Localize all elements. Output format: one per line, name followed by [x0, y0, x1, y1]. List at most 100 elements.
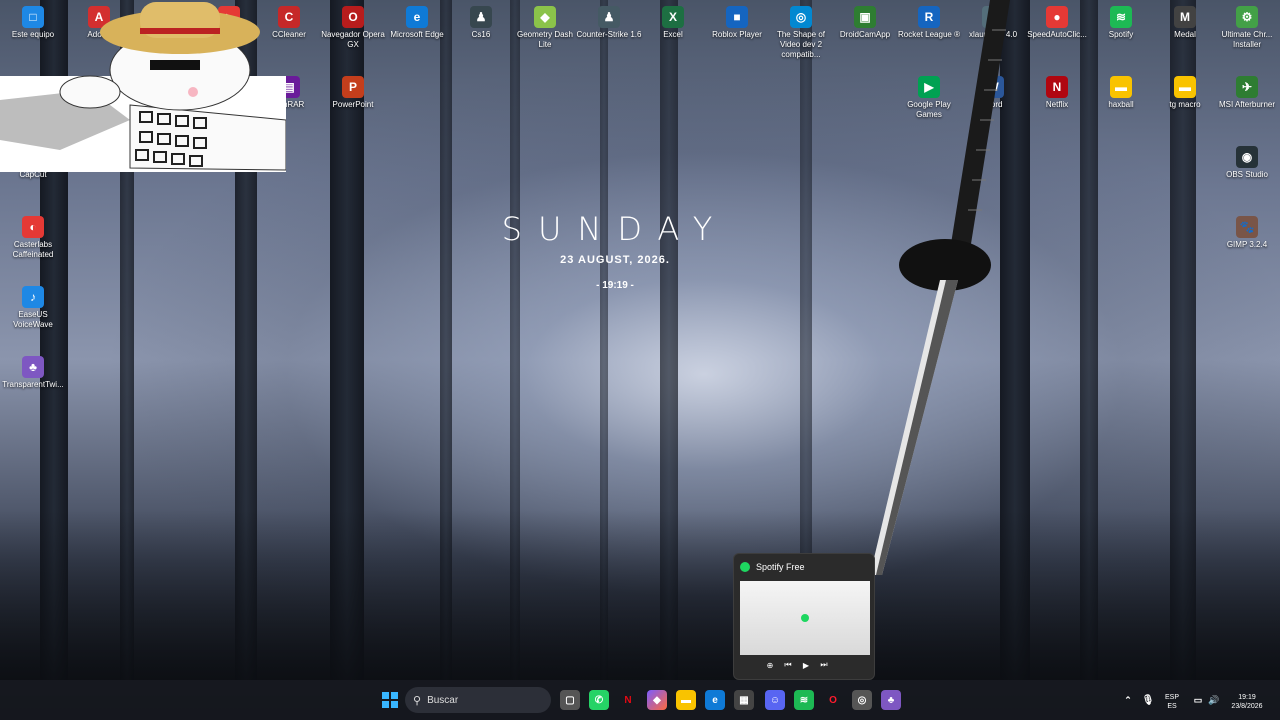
- desktop-icon-label: Medal: [1174, 30, 1196, 39]
- desktop-icon-label: EaseUS VoiceWave: [13, 310, 53, 329]
- desktop-icon[interactable]: ◐ Casterlabs Caffeinated: [0, 212, 66, 282]
- desktop-icon-label: Navegador Opera GX: [321, 30, 385, 49]
- desktop-icon[interactable]: ♪ EaseUS VoiceWave: [0, 282, 66, 352]
- desktop-icon[interactable]: M Medal: [1152, 2, 1218, 72]
- copilot-icon[interactable]: ◆: [647, 690, 667, 710]
- desktop-icon[interactable]: ◎ The Shape of Video dev 2 compatib...: [768, 2, 834, 72]
- widget-time: - 19:19 -: [596, 280, 634, 291]
- netflix-icon[interactable]: N: [618, 690, 638, 710]
- discord-icon[interactable]: ☺: [765, 690, 785, 710]
- desktop-icon-label: Roblox Player: [712, 30, 762, 39]
- next-icon[interactable]: ⏭: [818, 659, 830, 671]
- app-icon: e: [406, 6, 428, 28]
- previous-icon[interactable]: ⏮: [782, 659, 794, 671]
- media-controls: ⊕ ⏮ ▶ ⏭: [764, 659, 830, 671]
- desktop-icon-label: The Shape of Video dev 2 compatib...: [776, 30, 826, 59]
- chevron-up-icon[interactable]: ⌃: [1118, 690, 1138, 710]
- chrome-icon[interactable]: ◎: [852, 690, 872, 710]
- app-icon: ♣: [22, 356, 44, 378]
- app-icon: X: [662, 6, 684, 28]
- app-icon: ◆: [534, 6, 556, 28]
- preview-header: Spotify Free: [734, 554, 874, 580]
- play-icon[interactable]: ▶: [800, 659, 812, 671]
- desktop-icon[interactable]: O Navegador Opera GX: [320, 2, 386, 72]
- desktop-icon-label: tg macro: [1169, 100, 1201, 109]
- lang-top: ESP: [1164, 694, 1179, 701]
- desktop-icon-label: Cs16: [471, 30, 491, 39]
- app-icon: ♪: [22, 286, 44, 308]
- twitch-icon[interactable]: ♣: [881, 690, 901, 710]
- desktop-icon[interactable]: ● SpeedAutoClic...: [1024, 2, 1090, 72]
- task-view-icon[interactable]: ▢: [560, 690, 580, 710]
- desktop-icon[interactable]: 🐾 GIMP 3.2.4: [1214, 212, 1280, 282]
- whatsapp-icon[interactable]: ✆: [589, 690, 609, 710]
- app-icon: O: [342, 6, 364, 28]
- search-placeholder: Buscar: [427, 694, 459, 706]
- widget-day: SUNDAY: [501, 210, 729, 248]
- desktop-icon[interactable]: P PowerPoint: [320, 72, 386, 142]
- desktop-icon[interactable]: ⚙ Ultimate Chr... Installer: [1214, 2, 1280, 72]
- app-icon: P: [342, 76, 364, 98]
- microphone-icon[interactable]: 🎙: [1138, 690, 1158, 710]
- cat-sticker-image: [0, 0, 287, 172]
- desktop-icon-label: Netflix: [1045, 100, 1069, 109]
- app-icon: ≋: [1110, 6, 1132, 28]
- tray-date: 23/8/2026: [1231, 703, 1263, 710]
- spotify-icon: [740, 562, 750, 572]
- desktop-icon-label: MSI Afterburner: [1218, 100, 1276, 109]
- app-icon: ●: [1046, 6, 1068, 28]
- app-icon: ♟: [470, 6, 492, 28]
- desktop-icon[interactable]: N Netflix: [1024, 72, 1090, 142]
- desktop-icon[interactable]: ▬ haxball: [1088, 72, 1154, 142]
- app-icon: ◐: [22, 216, 44, 238]
- desktop-icon[interactable]: e Microsoft Edge: [384, 2, 450, 72]
- desktop-icon-label: Ultimate Chr... Installer: [1221, 30, 1273, 49]
- desktop-icon-label: Counter-Strike 1.6: [576, 30, 642, 39]
- preview-title: Spotify Free: [756, 562, 805, 572]
- desktop-icon[interactable]: ♣ TransparentTwi...: [0, 352, 66, 422]
- file-explorer-icon[interactable]: ▬: [676, 690, 696, 710]
- desktop-icon[interactable]: ♟ Counter-Strike 1.6: [576, 2, 642, 72]
- desktop-icon[interactable]: ◆ Geometry Dash Lite: [512, 2, 578, 72]
- language-indicator[interactable]: ESP ES: [1160, 693, 1184, 711]
- desktop-icon[interactable]: ■ Roblox Player: [704, 2, 770, 72]
- desktop-icon[interactable]: ✈ MSI Afterburner: [1214, 72, 1280, 142]
- taskbar: ⚲ Buscar ▢ ✆ N ◆ ▬ e ▦ ☺ ≋ O ◎ ♣ ⌃ 🎙 ESP…: [0, 680, 1280, 720]
- desktop-icon[interactable]: ▬ tg macro: [1152, 72, 1218, 142]
- windows-start-icon[interactable]: [380, 690, 400, 710]
- spotify-taskbar-icon[interactable]: ≋: [794, 690, 814, 710]
- app-icon: ◎: [790, 6, 812, 28]
- desktop-icon-label: Geometry Dash Lite: [516, 30, 574, 49]
- desktop-icon-label: GIMP 3.2.4: [1226, 240, 1268, 249]
- volume-icon[interactable]: 🔊: [1204, 690, 1224, 710]
- desktop-icon-label: SpeedAutoClic...: [1027, 30, 1087, 39]
- store-icon[interactable]: ▦: [734, 690, 754, 710]
- preview-thumbnail[interactable]: [740, 581, 870, 655]
- app-icon: ■: [726, 6, 748, 28]
- spotify-logo-icon: [801, 614, 809, 622]
- app-icon: 🐾: [1236, 216, 1258, 238]
- app-icon: ✈: [1236, 76, 1258, 98]
- add-icon[interactable]: ⊕: [764, 659, 776, 671]
- edge-icon[interactable]: e: [705, 690, 725, 710]
- opera-gx-icon[interactable]: O: [823, 690, 843, 710]
- desktop-icon-label: Spotify: [1108, 30, 1134, 39]
- spotify-taskbar-preview[interactable]: Spotify Free ⊕ ⏮ ▶ ⏭: [733, 553, 875, 680]
- desktop-icon[interactable]: ≋ Spotify: [1088, 2, 1154, 72]
- desktop-icon[interactable]: X Excel: [640, 2, 706, 72]
- tray-time: 19:19: [1238, 694, 1256, 701]
- search-box[interactable]: ⚲ Buscar: [405, 687, 551, 713]
- desktop-icon-label: OBS Studio: [1226, 170, 1268, 179]
- desktop-icon-label: PowerPoint: [332, 100, 374, 109]
- app-icon: N: [1046, 76, 1068, 98]
- desktop-icon[interactable]: ♟ Cs16: [448, 2, 514, 72]
- desktop-icon[interactable]: ◉ OBS Studio: [1214, 142, 1280, 212]
- app-icon: ◉: [1236, 146, 1258, 168]
- lang-bottom: ES: [1167, 703, 1177, 710]
- desktop-icon-label: Casterlabs Caffeinated: [12, 240, 54, 259]
- tray-clock[interactable]: 19:19 23/8/2026: [1222, 693, 1272, 711]
- clock-widget: SUNDAY 23 AUGUST, 2026. - 19:19 -: [440, 210, 790, 291]
- app-icon: ⚙: [1236, 6, 1258, 28]
- widget-date: 23 AUGUST, 2026.: [560, 254, 670, 266]
- app-icon: ♟: [598, 6, 620, 28]
